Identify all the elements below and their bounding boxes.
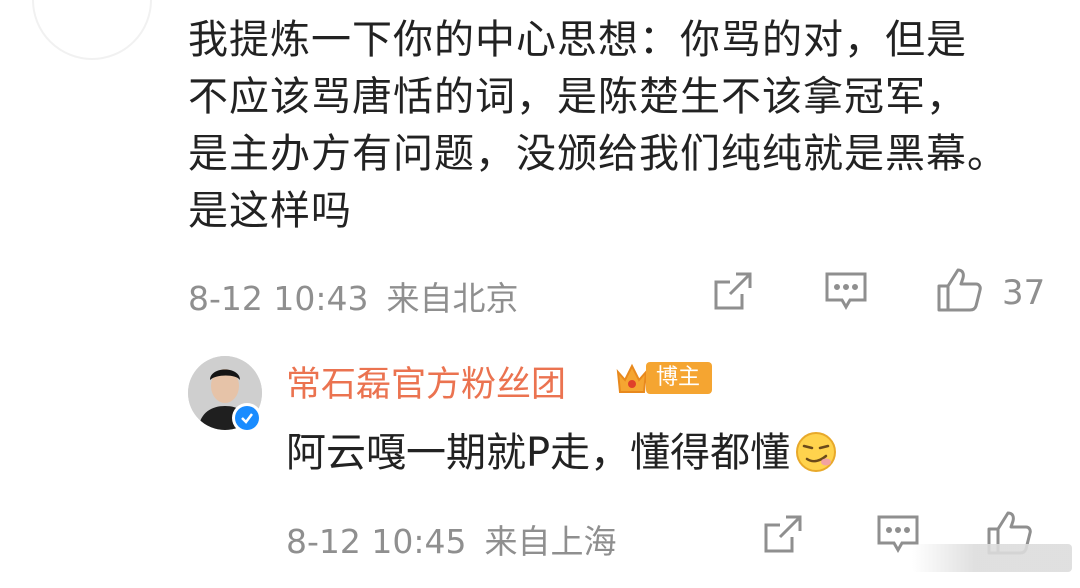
comment-meta: 8-12 10:43 来自北京 — [188, 272, 519, 320]
reply-text: 阿云嘎一期就P走，懂得都懂 — [286, 430, 791, 476]
badge-label: 博主 — [646, 362, 713, 394]
like-button[interactable] — [936, 266, 984, 314]
blogger-badge: 博主 — [612, 358, 713, 398]
comment-line: 是这样吗 — [188, 188, 352, 234]
reply-author-name[interactable]: 常石磊官方粉丝团 — [286, 356, 566, 407]
smirk-emoji-icon — [796, 432, 837, 472]
share-icon — [714, 272, 752, 310]
share-button[interactable] — [712, 270, 754, 312]
reply-share-button[interactable] — [762, 513, 804, 555]
thumbs-up-icon — [937, 268, 982, 312]
check-icon — [241, 413, 253, 424]
comment-line: 是主办方有问题，没颁给我们纯纯就是黑幕。 — [188, 131, 1008, 177]
commenter-avatar[interactable] — [32, 0, 152, 60]
comment-line: 不应该骂唐恬的词，是陈楚生不该拿冠军， — [188, 74, 967, 120]
reply-time: 8-12 10:45 — [286, 522, 467, 561]
reply-meta: 8-12 10:45 来自上海 — [286, 515, 617, 563]
reply-location: 来自上海 — [484, 522, 617, 561]
comment-time: 8-12 10:43 — [188, 279, 369, 318]
comment-body: 我提炼一下你的中心思想：你骂的对，但是 不应该骂唐恬的词，是陈楚生不该拿冠军， … — [188, 12, 1068, 240]
share-icon — [764, 515, 802, 553]
comment-location: 来自北京 — [386, 279, 519, 318]
verified-badge — [232, 403, 262, 433]
reply-body: 阿云嘎一期就P走，懂得都懂 — [286, 425, 838, 481]
watermark — [912, 544, 1072, 572]
like-count: 37 — [1002, 273, 1046, 313]
comment-line: 我提炼一下你的中心思想：你骂的对，但是 — [188, 17, 967, 63]
comment-icon — [825, 272, 867, 311]
comment-button[interactable] — [824, 270, 868, 312]
